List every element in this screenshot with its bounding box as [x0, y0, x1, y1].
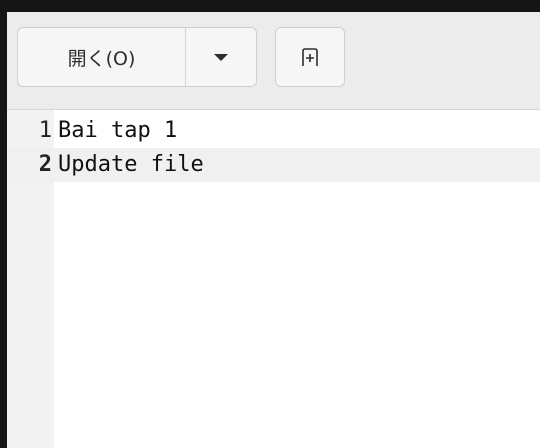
text-line[interactable]: 1 Bai tap 1: [7, 114, 540, 148]
open-split-button: 開く(O): [17, 27, 257, 87]
text-editor-window: 開く(O) 1 Bai tap 1 2 Update file: [7, 12, 540, 448]
chevron-down-icon: [214, 53, 228, 61]
line-content[interactable]: Bai tap 1: [58, 114, 177, 148]
window-top-edge: [0, 0, 540, 12]
new-tab-icon: [302, 48, 318, 66]
window-left-edge: [0, 12, 7, 448]
new-tab-button[interactable]: [275, 27, 345, 87]
line-content[interactable]: Update file: [58, 148, 204, 182]
current-text-line[interactable]: 2 Update file: [7, 148, 540, 182]
line-number: 2: [38, 152, 52, 177]
open-recent-menu-button[interactable]: [186, 28, 256, 86]
header-bar: 開く(O): [7, 12, 540, 110]
open-button[interactable]: 開く(O): [18, 28, 186, 86]
line-number: 1: [38, 118, 52, 143]
text-view[interactable]: 1 Bai tap 1 2 Update file: [7, 110, 540, 448]
